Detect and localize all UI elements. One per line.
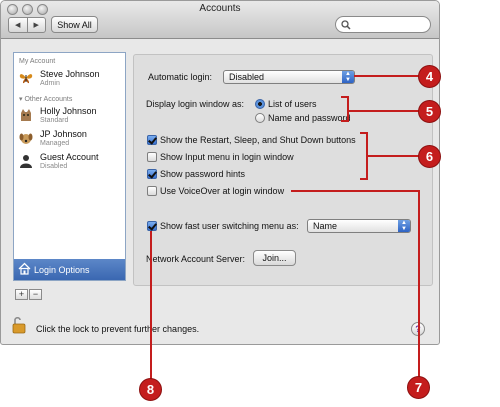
fast-user-switching-popup[interactable]: Name ▲ ▼ <box>307 219 411 233</box>
automatic-login-value: Disabled <box>229 72 265 82</box>
show-restart-checkbox[interactable] <box>147 135 157 145</box>
automatic-login-label: Automatic login: <box>148 72 213 82</box>
account-name: Guest Account <box>40 152 99 162</box>
window-title: Accounts <box>199 3 241 14</box>
popup-arrows-icon: ▲ ▼ <box>342 71 354 83</box>
account-item-steve[interactable]: Steve Johnson Admin <box>19 69 119 91</box>
fast-user-switching-label: Show fast user switching menu as: <box>160 221 299 231</box>
accounts-sidebar: My Account Steve Johnson Admin ▾ Other A… <box>13 52 126 281</box>
account-role: Managed <box>40 140 70 147</box>
accounts-window: Accounts ◀ ▶ Show All My Account Steve J… <box>0 0 440 345</box>
callout-5-bracket-bottom <box>341 120 349 122</box>
callout-6-bracket-bottom <box>360 178 368 180</box>
login-options-item[interactable]: Login Options <box>14 259 125 280</box>
show-password-hints-label: Show password hints <box>160 169 246 179</box>
show-password-hints-checkbox[interactable] <box>147 169 157 179</box>
callout-8-line <box>150 231 152 381</box>
name-and-password-radio[interactable] <box>255 113 265 123</box>
account-role: Disabled <box>40 163 68 170</box>
account-name: Holly Johnson <box>40 106 97 116</box>
callout-4-line <box>354 75 420 77</box>
fast-user-switching-checkbox[interactable] <box>147 221 157 231</box>
dog-icon <box>19 133 33 144</box>
screenshot-stage: Accounts ◀ ▶ Show All My Account Steve J… <box>0 0 500 407</box>
callout-6-bracket-top <box>360 132 368 134</box>
account-item-jp[interactable]: JP Johnson Managed <box>19 129 119 151</box>
list-of-users-radio[interactable] <box>255 99 265 109</box>
nav-buttons: ◀ ▶ <box>8 17 46 33</box>
butterfly-icon <box>19 74 33 84</box>
show-input-menu-label: Show Input menu in login window <box>160 152 294 162</box>
show-restart-label: Show the Restart, Sleep, and Shut Down b… <box>160 135 356 145</box>
back-arrow-icon[interactable]: ◀ <box>9 18 27 32</box>
callout-6: 6 <box>418 145 441 168</box>
show-all-button[interactable]: Show All <box>51 16 98 33</box>
search-field[interactable] <box>335 16 431 33</box>
login-options-label: Login Options <box>34 264 90 275</box>
forward-arrow-icon[interactable]: ▶ <box>26 18 46 32</box>
title-bar: Accounts ◀ ▶ Show All <box>1 1 439 39</box>
name-and-password-label: Name and password <box>268 113 351 123</box>
callout-4: 4 <box>418 65 441 88</box>
account-name: JP Johnson <box>40 129 87 139</box>
callout-5: 5 <box>418 100 441 123</box>
automatic-login-popup[interactable]: Disabled ▲ ▼ <box>223 70 355 84</box>
callout-7-line-h <box>291 190 419 192</box>
other-accounts-header: ▾ Other Accounts <box>19 96 73 103</box>
callout-5-bracket <box>347 96 349 122</box>
account-role: Admin <box>40 80 60 87</box>
remove-account-button[interactable]: − <box>29 289 42 300</box>
search-icon <box>341 20 351 30</box>
add-account-button[interactable]: + <box>15 289 28 300</box>
account-role: Standard <box>40 117 69 124</box>
house-icon <box>18 262 31 275</box>
account-item-guest[interactable]: Guest Account Disabled <box>19 152 119 174</box>
cat-icon <box>21 109 31 121</box>
voiceover-label: Use VoiceOver at login window <box>160 186 285 196</box>
person-icon <box>20 155 32 168</box>
join-button[interactable]: Join... <box>253 250 296 266</box>
list-of-users-label: List of users <box>268 99 317 109</box>
callout-6-line <box>368 155 419 157</box>
account-item-holly[interactable]: Holly Johnson Standard <box>19 106 119 128</box>
voiceover-checkbox[interactable] <box>147 186 157 196</box>
popup-arrows-icon: ▲ ▼ <box>398 220 410 232</box>
show-input-menu-checkbox[interactable] <box>147 152 157 162</box>
callout-5-bracket-top <box>341 96 349 98</box>
callout-5-line <box>349 110 419 112</box>
fast-user-switching-value: Name <box>313 221 338 231</box>
unlocked-lock-icon[interactable] <box>12 316 26 334</box>
display-login-window-label: Display login window as: <box>146 99 245 109</box>
my-account-header: My Account <box>19 58 56 65</box>
lock-message: Click the lock to prevent further change… <box>36 324 200 334</box>
network-account-server-label: Network Account Server: <box>146 254 246 264</box>
account-name: Steve Johnson <box>40 69 100 79</box>
callout-7-line-v <box>418 190 420 378</box>
callout-7: 7 <box>407 376 430 399</box>
callout-8: 8 <box>139 378 162 401</box>
